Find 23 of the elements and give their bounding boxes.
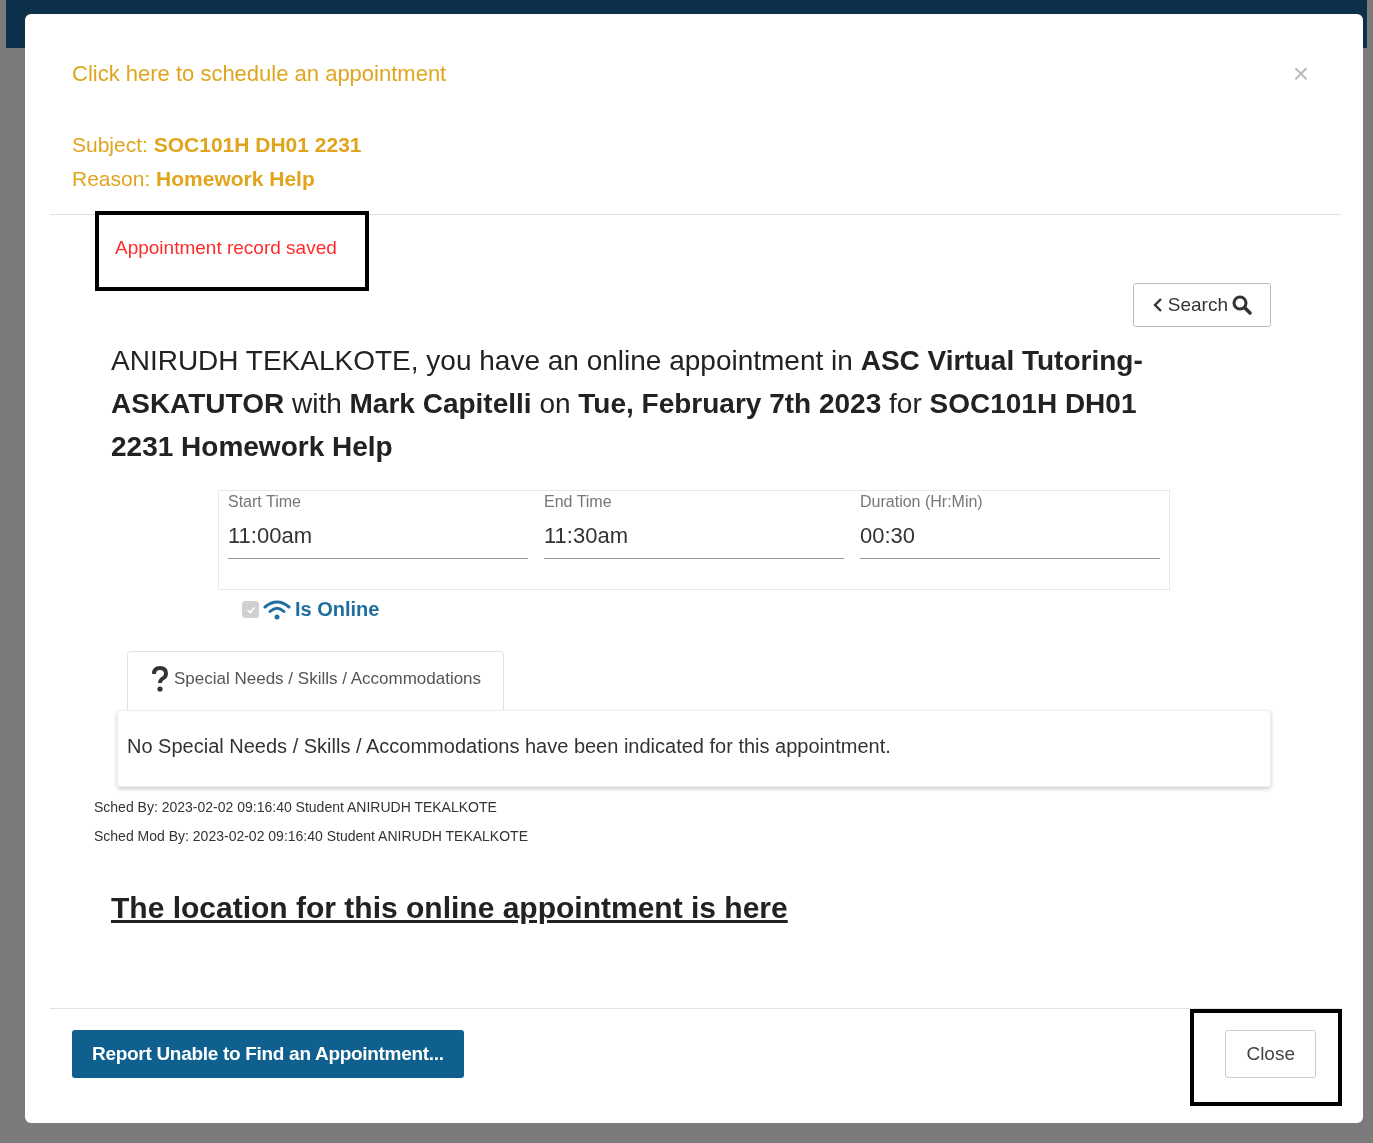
empty-message: No Special Needs / Skills / Accommodations have been indicated for this appointment. [127, 735, 891, 757]
audit-line: Sched Mod By: 2023-02-02 09:16:40 Student ANIRUDH TEKALKOTE [94, 827, 529, 846]
tab[interactable]: Special Needs / Skills / Accommodations [127, 651, 505, 710]
time-field[interactable]: 11:30am [544, 511, 844, 559]
appointment-summary: ANIRUDH TEKALKOTE, you have an online appointment in ASC Virtual Tutoring-ASKATUTOR with Mark Capitelli on Tue, February 7th 2023 for SOC101H DH01 2231 Homework Help [111, 344, 1144, 464]
field-label: Duration (Hr:Min) [860, 493, 984, 511]
reason-line: Reason: Homework Help [72, 166, 316, 192]
search-icon [1232, 295, 1252, 315]
subject-line: Subject: SOC101H DH01 2231 [72, 132, 363, 158]
time-field[interactable]: 00:30 [860, 511, 1160, 559]
location-link[interactable]: The location for this online appointment is here [111, 891, 788, 925]
audit-line: Sched By: 2023-02-02 09:16:40 Student ANIRUDH TEKALKOTE [94, 798, 498, 817]
chevron-left-icon [1151, 297, 1164, 313]
question-icon [150, 666, 170, 692]
report-button[interactable]: Report Unable to Find an Appointment... [72, 1030, 464, 1078]
online-label: Is Online [295, 598, 380, 621]
field-label: Start Time [228, 493, 302, 511]
status-message: Appointment record saved [115, 237, 337, 258]
field-label: End Time [544, 493, 613, 511]
wifi-icon [263, 599, 291, 620]
close-button[interactable]: Close [1225, 1030, 1316, 1078]
search-button[interactable]: Search [1132, 283, 1271, 327]
time-field[interactable]: 11:00am [228, 511, 528, 559]
